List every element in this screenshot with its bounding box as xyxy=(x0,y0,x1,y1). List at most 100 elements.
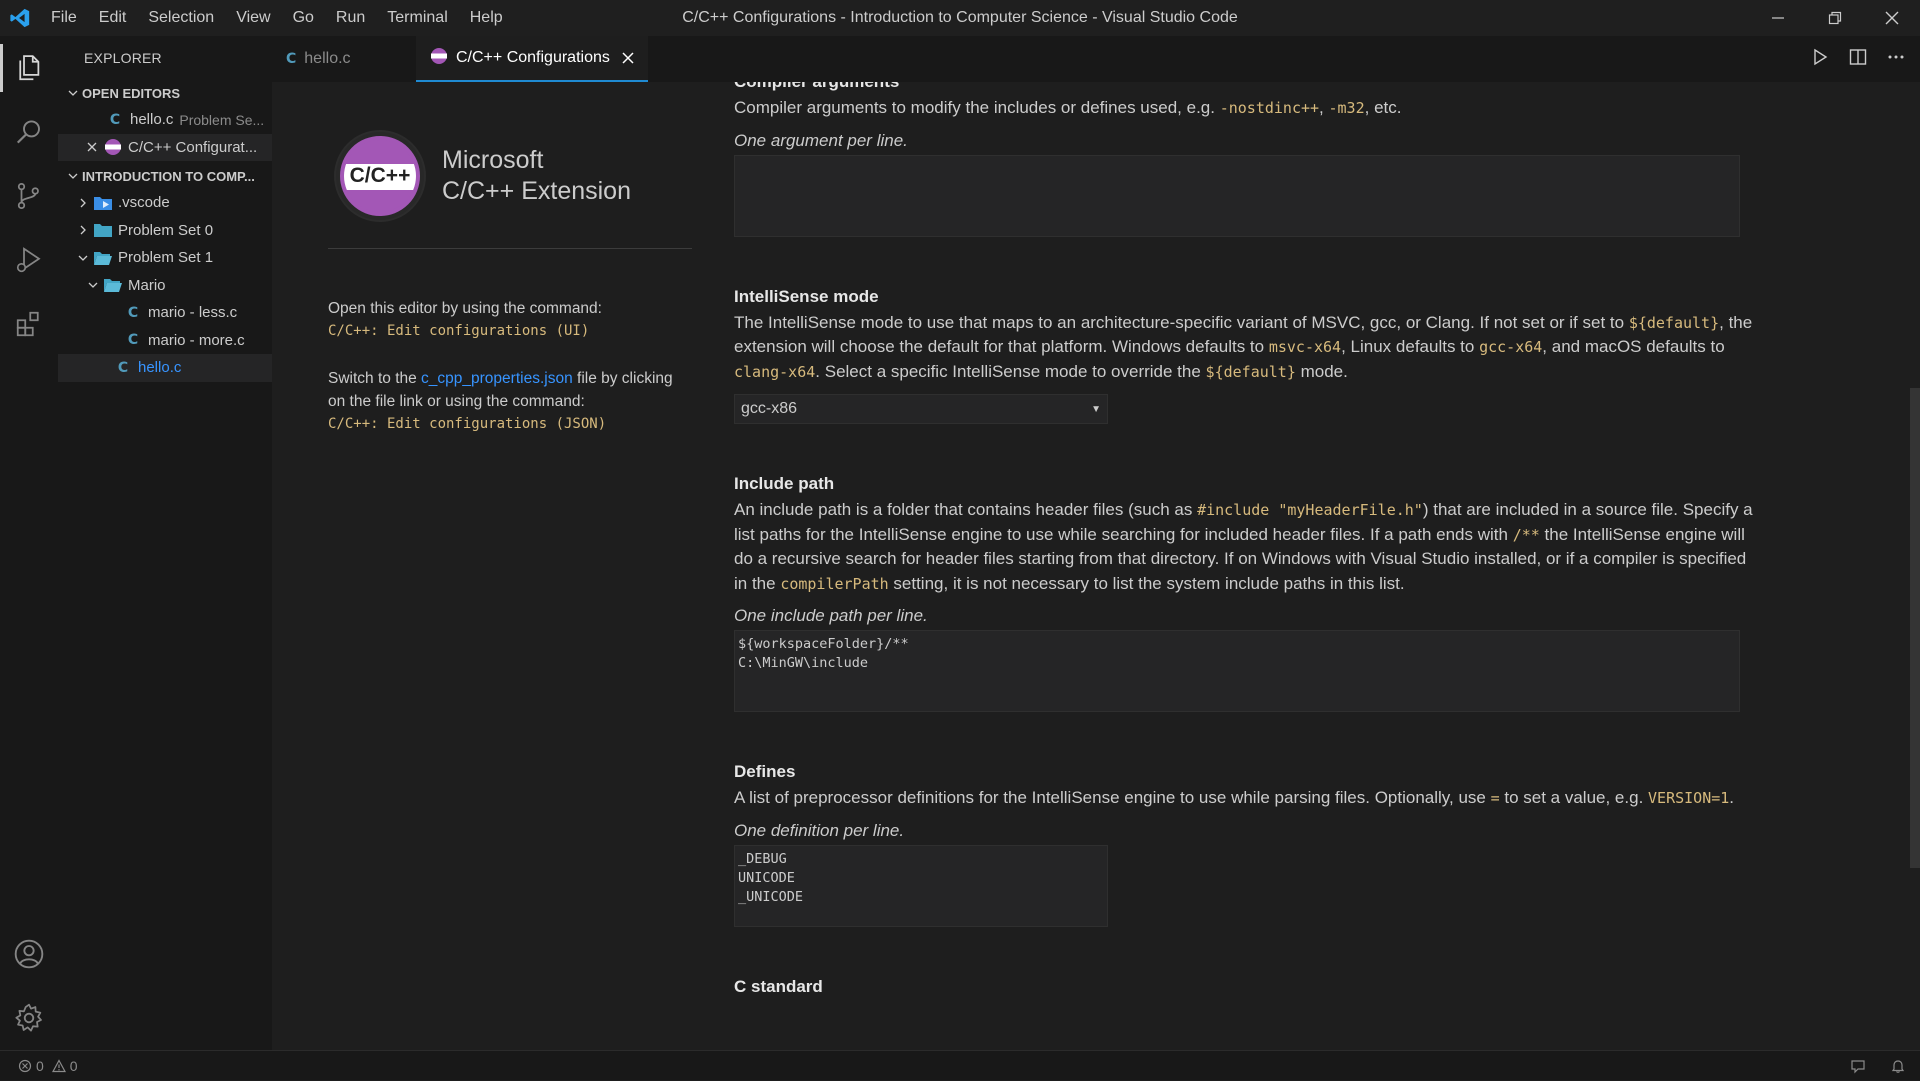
tree-file-mario-more[interactable]: C mario - more.c xyxy=(58,327,272,355)
menu-edit[interactable]: Edit xyxy=(88,0,138,36)
vscode-logo-icon[interactable] xyxy=(0,0,40,36)
json-command-hint: Switch to the c_cpp_properties.json file… xyxy=(328,367,692,436)
warning-count: 0 xyxy=(69,1057,78,1074)
menu-run[interactable]: Run xyxy=(325,0,376,36)
c-file-icon: C xyxy=(127,304,139,321)
activity-extensions[interactable] xyxy=(0,292,58,356)
problems-indicator[interactable]: 0 0 xyxy=(0,1058,78,1074)
feedback-icon[interactable] xyxy=(1850,1058,1866,1074)
chevron-right-icon xyxy=(74,225,92,235)
compiler-args-textarea[interactable] xyxy=(734,154,1740,237)
editor-scrollbar[interactable] xyxy=(1910,388,1920,868)
run-icon[interactable] xyxy=(1810,47,1830,72)
cpp-properties-link[interactable]: c_cpp_properties.json xyxy=(421,370,573,387)
menu-terminal[interactable]: Terminal xyxy=(376,0,458,36)
chevron-down-icon xyxy=(84,280,102,290)
tree-folder-problem-set-1[interactable]: Problem Set 1 xyxy=(58,244,272,272)
setting-include-path: Include path An include path is a folder… xyxy=(734,474,1754,712)
sidebar-title: EXPLORER xyxy=(84,50,162,66)
chevron-down-icon xyxy=(64,88,82,98)
extension-title: C/C++ Extension xyxy=(442,177,631,205)
tab-label: C/C++ Configurations xyxy=(456,49,610,66)
error-count: 0 xyxy=(36,1057,44,1074)
setting-description: Compiler arguments to modify the include… xyxy=(734,98,1402,117)
setting-hint: One argument per line. xyxy=(734,130,908,150)
tree-file-mario-less[interactable]: C mario - less.c xyxy=(58,299,272,327)
status-right xyxy=(1850,1051,1906,1081)
setting-title: Defines xyxy=(734,762,796,781)
tree-label: hello.c xyxy=(138,359,182,377)
title-bar: File Edit Selection View Go Run Terminal… xyxy=(0,0,1920,36)
close-tab-icon[interactable] xyxy=(622,48,634,69)
restore-button[interactable] xyxy=(1806,0,1863,36)
menu-file[interactable]: File xyxy=(40,0,88,36)
cpp-extension-icon xyxy=(102,138,124,156)
open-editor-item-cpp-config[interactable]: C/C++ Configurat... xyxy=(58,133,272,161)
activity-explorer[interactable] xyxy=(0,36,58,100)
menu-go[interactable]: Go xyxy=(282,0,325,36)
extension-info-panel: C/C++ Microsoft C/C++ Extension Open thi… xyxy=(328,82,692,436)
settings-list: Compiler arguments Compiler arguments to… xyxy=(734,82,1754,1047)
tab-hello-c[interactable]: C hello.c xyxy=(272,36,406,82)
logo-text: C/C++ xyxy=(349,164,411,187)
run-debug-icon xyxy=(16,247,41,273)
c-file-icon: C xyxy=(127,332,139,349)
setting-hint: One definition per line. xyxy=(734,820,905,840)
setting-title: C standard xyxy=(734,976,823,996)
open-editor-item-hello[interactable]: C hello.c Problem Se... xyxy=(58,106,272,134)
tree-label: Problem Set 0 xyxy=(118,221,214,239)
activity-run-debug[interactable] xyxy=(0,228,58,292)
cpp-configurations-editor: C/C++ Microsoft C/C++ Extension Open thi… xyxy=(272,82,1920,1050)
activity-accounts[interactable] xyxy=(0,922,58,986)
activity-source-control[interactable] xyxy=(0,164,58,228)
status-bar: 0 0 xyxy=(0,1050,1920,1080)
window-controls xyxy=(1749,0,1920,36)
ui-command-hint: Open this editor by using the command: C… xyxy=(328,297,692,343)
setting-c-standard: C standard xyxy=(734,977,1754,997)
setting-hint: One include path per line. xyxy=(734,606,928,625)
json-hint-pre: Switch to the xyxy=(328,370,422,387)
defines-textarea[interactable]: _DEBUG UNICODE _UNICODE xyxy=(734,844,1108,927)
activity-bar xyxy=(0,36,58,1050)
explorer-sidebar: EXPLORER OPEN EDITORS C hello.c Problem … xyxy=(58,36,272,1050)
open-editor-detail: Problem Se... xyxy=(179,111,265,128)
explorer-icon xyxy=(19,55,40,81)
chevron-down-icon xyxy=(64,171,82,181)
tree-label: mario - less.c xyxy=(148,304,238,322)
setting-defines: Defines A list of preprocessor definitio… xyxy=(734,762,1754,927)
cpp-extension-icon xyxy=(430,47,448,70)
tree-file-hello[interactable]: C hello.c xyxy=(58,354,272,382)
minimize-button[interactable] xyxy=(1749,0,1806,36)
split-editor-icon[interactable] xyxy=(1848,47,1868,72)
dropdown-arrow-icon: ▼ xyxy=(1091,403,1101,415)
activity-search[interactable] xyxy=(0,100,58,164)
activity-bottom xyxy=(0,922,58,1050)
setting-title: Include path xyxy=(734,474,835,493)
select-value: gcc-x86 xyxy=(741,400,798,417)
more-actions-icon[interactable] xyxy=(1886,47,1906,72)
folder-icon xyxy=(92,222,114,238)
menu-help[interactable]: Help xyxy=(459,0,514,36)
error-icon xyxy=(18,1059,32,1072)
activity-manage[interactable] xyxy=(0,986,58,1050)
include-path-textarea[interactable]: ${workspaceFolder}/** C:\MinGW\include xyxy=(734,630,1740,712)
close-window-button[interactable] xyxy=(1863,0,1920,36)
close-editor-icon[interactable] xyxy=(84,142,100,152)
workspace-header[interactable]: INTRODUCTION TO COMP... xyxy=(58,163,272,189)
menu-view[interactable]: View xyxy=(225,0,281,36)
tree-folder-problem-set-0[interactable]: Problem Set 0 xyxy=(58,217,272,245)
workspace-label: INTRODUCTION TO COMP... xyxy=(82,168,255,184)
extensions-icon xyxy=(16,311,39,337)
tree-label: Problem Set 1 xyxy=(118,249,214,267)
intellisense-mode-select[interactable]: gcc-x86 ▼ xyxy=(734,394,1108,424)
search-icon xyxy=(16,120,40,144)
bell-icon[interactable] xyxy=(1890,1058,1906,1074)
close-icon xyxy=(1885,11,1898,25)
cpp-extension-logo: C/C++ xyxy=(336,132,424,220)
setting-title: Compiler arguments xyxy=(734,82,1754,92)
tree-folder-mario[interactable]: Mario xyxy=(58,272,272,300)
menu-selection[interactable]: Selection xyxy=(137,0,225,36)
open-editors-header[interactable]: OPEN EDITORS xyxy=(58,80,272,106)
tree-folder-vscode[interactable]: .vscode xyxy=(58,189,272,217)
tab-cpp-configurations[interactable]: C/C++ Configurations xyxy=(416,36,648,82)
